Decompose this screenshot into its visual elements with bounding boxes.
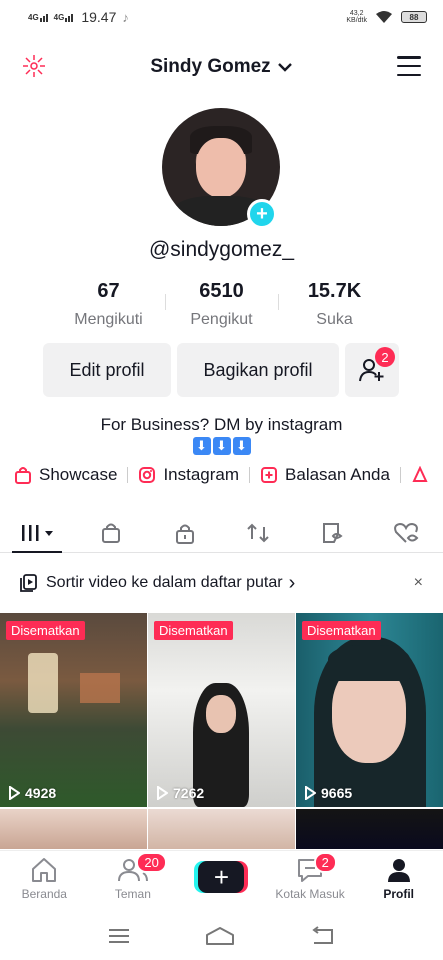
videos-grid-icon: [21, 524, 53, 541]
shop-icon: [101, 523, 120, 543]
repost-icon: [247, 523, 270, 542]
battery-icon: 88: [401, 11, 427, 23]
playlist-sort-banner[interactable]: Sortir video ke dalam daftar putar › ×: [0, 565, 443, 601]
account-switcher[interactable]: Sindy Gomez: [150, 56, 292, 78]
instagram-icon: [139, 467, 156, 483]
content-tabs: [0, 513, 443, 553]
play-icon: [9, 786, 20, 800]
menu-icon[interactable]: [397, 56, 421, 76]
favorites-icon: [323, 522, 343, 543]
status-bar: 4G 4G 19.47 ♪ 43,2 KB/dtk 88: [0, 0, 443, 34]
video-thumbnail[interactable]: [296, 809, 443, 849]
friends-badge: 20: [136, 852, 167, 873]
creator-tools-icon[interactable]: [22, 54, 46, 78]
followers-stat[interactable]: 6510 Pengikut: [165, 280, 278, 329]
wifi-icon: [376, 11, 392, 23]
edit-profile-button[interactable]: Edit profil: [43, 343, 171, 397]
nav-create[interactable]: +: [177, 851, 266, 912]
friend-requests-badge: 2: [375, 347, 395, 367]
profile-icon: [387, 859, 410, 882]
showcase-link[interactable]: Showcase: [14, 465, 117, 485]
video-thumbnail[interactable]: [0, 809, 147, 849]
following-stat[interactable]: 67 Mengikuti: [52, 280, 165, 329]
video-thumbnail[interactable]: Disematkan 9665: [296, 613, 443, 807]
bottom-nav: Beranda 20 Teman + 2 Kotak Masuk Profil: [0, 850, 443, 912]
replies-link[interactable]: Balasan Anda: [260, 465, 390, 485]
likes-stat[interactable]: 15.7K Suka: [278, 280, 391, 329]
add-friends-button[interactable]: 2: [345, 343, 399, 397]
tab-liked[interactable]: [369, 513, 443, 552]
video-thumbnail[interactable]: [148, 809, 295, 849]
playlist-icon: [20, 574, 37, 592]
signal-icon: 4G: [28, 13, 48, 22]
home-icon: [32, 858, 57, 882]
nav-home[interactable]: Beranda: [0, 851, 89, 912]
network-speed: 43,2 KB/dtk: [346, 10, 367, 24]
profile-name: Sindy Gomez: [150, 56, 271, 77]
bio: For Business? DM by instagram ⬇ ⬇ ⬇: [0, 414, 443, 455]
create-icon: +: [198, 861, 245, 893]
tab-favorites[interactable]: [295, 513, 369, 552]
nav-friends[interactable]: 20 Teman: [89, 851, 178, 912]
status-time: 19.47: [81, 9, 117, 25]
profile-header: Sindy Gomez: [0, 44, 443, 90]
add-story-plus-icon[interactable]: +: [247, 199, 277, 229]
share-profile-button[interactable]: Bagikan profil: [177, 343, 339, 397]
chevron-down-icon: [277, 63, 292, 72]
system-nav-bar: [0, 912, 443, 960]
recents-menu-icon[interactable]: [107, 927, 131, 945]
view-count: 4928: [8, 785, 56, 801]
tiktok-notification-icon: ♪: [122, 9, 129, 25]
pinned-badge: Disematkan: [302, 621, 381, 640]
inbox-badge: 2: [313, 852, 337, 873]
signal-icon: 4G: [54, 13, 74, 22]
view-count: 7262: [156, 785, 204, 801]
instagram-link[interactable]: Instagram: [138, 465, 239, 485]
reply-icon: [261, 467, 278, 483]
close-icon[interactable]: ×: [414, 574, 423, 592]
play-icon: [305, 786, 316, 800]
more-link-icon[interactable]: [411, 466, 429, 484]
liked-icon: [394, 522, 419, 543]
video-thumbnail[interactable]: Disematkan 4928: [0, 613, 147, 807]
back-icon[interactable]: [310, 926, 336, 946]
profile-actions: Edit profil Bagikan profil 2: [43, 343, 399, 397]
bio-text: For Business? DM by instagram: [100, 415, 343, 434]
view-count: 9665: [304, 785, 352, 801]
playlist-sort-label: Sortir video ke dalam daftar putar: [46, 574, 283, 591]
video-grid: Disematkan 4928 Disematkan 7262 Disematk…: [0, 613, 443, 849]
profile-stats: 67 Mengikuti 6510 Pengikut 15.7K Suka: [52, 280, 391, 329]
video-thumbnail[interactable]: Disematkan 7262: [148, 613, 295, 807]
tab-private[interactable]: [148, 513, 222, 552]
chevron-right-icon: ›: [288, 571, 296, 594]
profile-links: Showcase Instagram Balasan Anda: [14, 465, 443, 485]
nav-inbox[interactable]: 2 Kotak Masuk: [266, 851, 355, 912]
tab-videos[interactable]: [0, 513, 74, 553]
username: @sindygomez_: [148, 238, 295, 261]
home-button-icon[interactable]: [205, 926, 235, 946]
tab-reposts[interactable]: [221, 513, 295, 552]
play-icon: [157, 786, 168, 800]
bio-arrows: ⬇ ⬇ ⬇: [0, 437, 443, 455]
private-lock-icon: [175, 524, 194, 544]
pinned-badge: Disematkan: [6, 621, 85, 640]
tab-shop[interactable]: [74, 513, 148, 552]
shopping-bag-icon: [15, 467, 31, 484]
pinned-badge: Disematkan: [154, 621, 233, 640]
nav-profile[interactable]: Profil: [354, 851, 443, 912]
